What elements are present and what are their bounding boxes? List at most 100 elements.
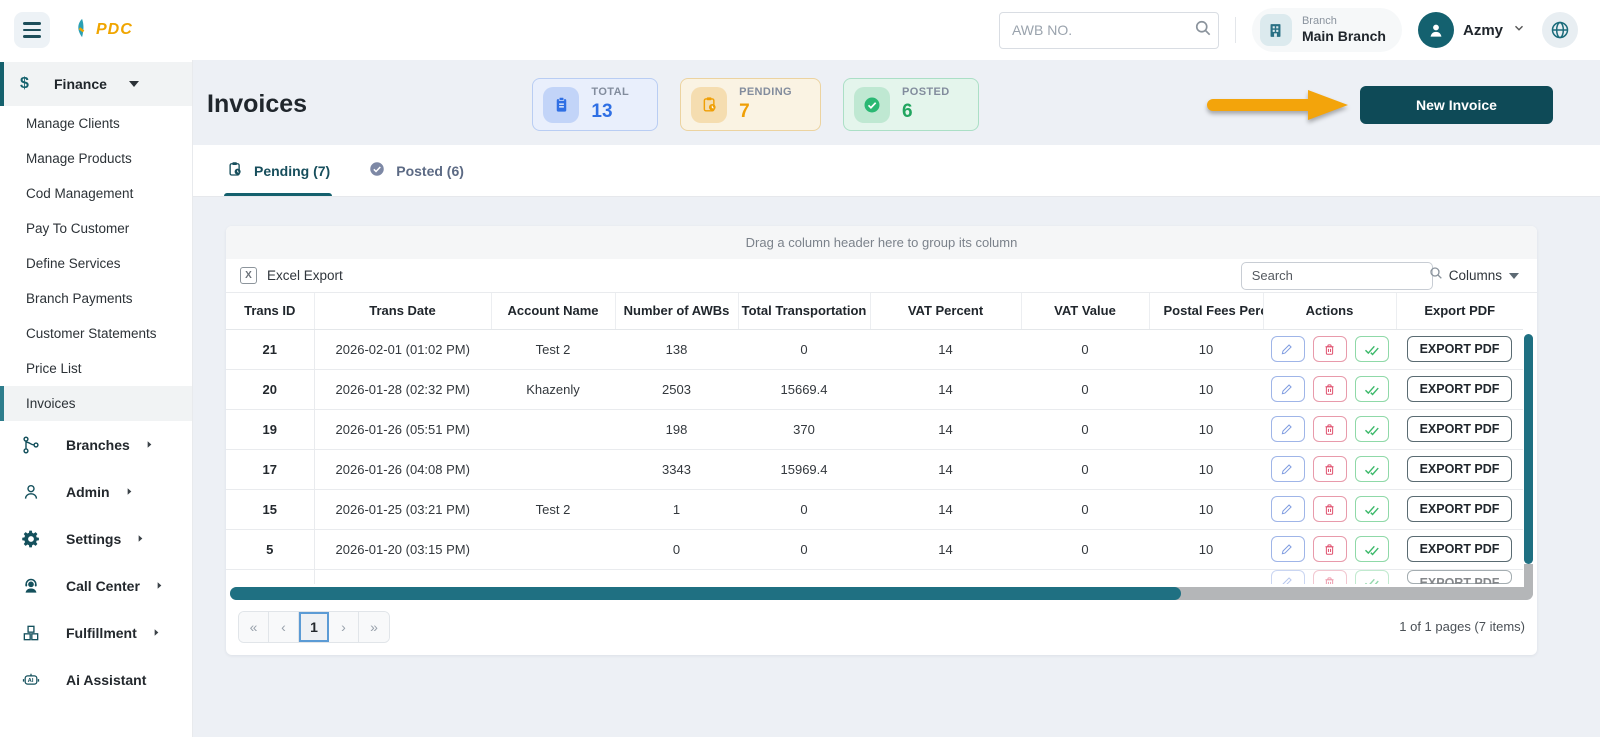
- column-header[interactable]: Trans ID: [226, 293, 315, 330]
- tab-pending[interactable]: Pending (7): [223, 160, 333, 196]
- edit-button[interactable]: [1270, 336, 1305, 362]
- table-row: 20 2026-01-28 (02:32 PM) Khazenly 2503 1…: [226, 369, 1523, 410]
- branches-icon: [20, 435, 42, 455]
- page-header: Invoices TOTAL 13 PENDING 7 POSTED 6 New…: [193, 60, 1600, 145]
- post-button[interactable]: [1354, 536, 1389, 562]
- awb-search-input[interactable]: [1011, 22, 1193, 38]
- sidebar-item-cod-management[interactable]: Cod Management: [0, 176, 192, 211]
- main-content: Invoices TOTAL 13 PENDING 7 POSTED 6 New…: [193, 60, 1600, 737]
- delete-button[interactable]: [1312, 376, 1347, 402]
- table-row: 15 2026-01-25 (03:21 PM) Test 2 1 0 14 0…: [226, 489, 1523, 530]
- globe-icon[interactable]: [1542, 12, 1578, 48]
- post-button[interactable]: [1354, 496, 1389, 522]
- new-invoice-button[interactable]: New Invoice: [1360, 85, 1553, 124]
- post-button[interactable]: [1354, 376, 1389, 402]
- export-pdf-button[interactable]: EXPORT PDF: [1406, 416, 1513, 442]
- export-pdf-button[interactable]: EXPORT PDF: [1406, 536, 1513, 562]
- section-label: Call Center: [66, 577, 140, 594]
- page-number-button[interactable]: 1: [299, 611, 329, 642]
- sidebar-item-define-services[interactable]: Define Services: [0, 246, 192, 281]
- user-menu[interactable]: Azmy: [1417, 12, 1526, 48]
- first-page-button[interactable]: «: [239, 611, 269, 642]
- sidebar-item-pay-to-customer[interactable]: Pay To Customer: [0, 211, 192, 246]
- delete-button[interactable]: [1312, 536, 1347, 562]
- edit-button[interactable]: [1270, 569, 1305, 584]
- table-wrap: Trans ID Trans Date Account Name Number of …: [226, 293, 1523, 584]
- table-row: EXPORT PDF: [226, 569, 1523, 584]
- column-header[interactable]: Actions: [1263, 293, 1397, 330]
- delete-button[interactable]: [1312, 569, 1347, 584]
- sidebar-item-invoices[interactable]: Invoices: [0, 386, 192, 421]
- stat-value: 6: [902, 100, 913, 122]
- annotation-arrow-icon: [1207, 89, 1348, 120]
- column-header[interactable]: Total Transportation: [738, 293, 871, 330]
- chevron-right-icon: [135, 533, 146, 544]
- export-pdf-button[interactable]: EXPORT PDF: [1406, 456, 1513, 482]
- header-right: New Invoice: [1204, 80, 1553, 130]
- post-button[interactable]: [1354, 336, 1389, 362]
- horizontal-scrollbar[interactable]: [230, 586, 1533, 600]
- sidebar-item-manage-clients[interactable]: Manage Clients: [0, 106, 192, 141]
- post-button[interactable]: [1354, 416, 1389, 442]
- sidebar-item-customer-statements[interactable]: Customer Statements: [0, 316, 192, 351]
- topbar-divider: [1234, 17, 1236, 43]
- column-header[interactable]: Postal Fees Percent: [1149, 293, 1264, 330]
- stat-value: 7: [739, 100, 750, 122]
- tab-posted[interactable]: Posted (6): [368, 160, 464, 196]
- menu-icon[interactable]: [14, 12, 50, 48]
- post-button[interactable]: [1354, 456, 1389, 482]
- table-header-row: Trans ID Trans Date Account Name Number of …: [226, 293, 1523, 330]
- stat-value: 13: [591, 100, 613, 122]
- export-pdf-button[interactable]: EXPORT PDF: [1406, 496, 1513, 522]
- chevron-right-icon: [124, 486, 135, 497]
- next-page-button[interactable]: ›: [329, 611, 359, 642]
- edit-button[interactable]: [1270, 456, 1305, 482]
- excel-export-button[interactable]: X Excel Export: [240, 267, 343, 284]
- edit-button[interactable]: [1270, 376, 1305, 402]
- branch-selector[interactable]: Branch Main Branch: [1251, 8, 1402, 52]
- column-header[interactable]: Export PDF: [1396, 293, 1523, 330]
- sidebar-item-admin[interactable]: Admin: [0, 468, 192, 515]
- section-label: Ai Assistant: [66, 671, 147, 688]
- delete-button[interactable]: [1312, 456, 1347, 482]
- edit-button[interactable]: [1270, 536, 1305, 562]
- sidebar-item-price-list[interactable]: Price List: [0, 351, 192, 386]
- chevron-right-icon: [151, 627, 162, 638]
- export-pdf-button[interactable]: EXPORT PDF: [1406, 336, 1513, 362]
- table-search-input[interactable]: [1251, 268, 1428, 283]
- sidebar-item-ai-assistant[interactable]: AI Ai Assistant: [0, 656, 192, 703]
- delete-button[interactable]: [1312, 336, 1347, 362]
- edit-button[interactable]: [1270, 416, 1305, 442]
- invoices-table-card: Drag a column header here to group its c…: [226, 226, 1537, 655]
- export-pdf-button[interactable]: EXPORT PDF: [1406, 376, 1513, 402]
- delete-button[interactable]: [1312, 416, 1347, 442]
- sidebar-item-branches[interactable]: Branches: [0, 421, 192, 468]
- column-header[interactable]: VAT Value: [1021, 293, 1150, 330]
- group-by-band[interactable]: Drag a column header here to group its c…: [226, 226, 1537, 259]
- chevron-right-icon: [154, 580, 165, 591]
- stat-card-pending: PENDING 7: [680, 78, 821, 131]
- column-header[interactable]: Trans Date: [314, 293, 492, 330]
- horizontal-scrollbar-thumb[interactable]: [230, 586, 1182, 600]
- columns-chooser-button[interactable]: Columns: [1449, 268, 1519, 283]
- vertical-scrollbar[interactable]: [1524, 334, 1533, 602]
- export-pdf-button[interactable]: EXPORT PDF: [1406, 569, 1513, 584]
- admin-icon: [20, 482, 42, 502]
- search-icon[interactable]: [1193, 18, 1213, 43]
- sidebar-item-finance[interactable]: $ Finance: [0, 62, 192, 106]
- column-header[interactable]: Number of AWBs: [615, 293, 739, 330]
- last-page-button[interactable]: »: [359, 611, 389, 642]
- search-icon[interactable]: [1428, 265, 1444, 286]
- post-button[interactable]: [1354, 569, 1389, 584]
- vertical-scrollbar-thumb[interactable]: [1524, 334, 1533, 564]
- sidebar-item-fulfillment[interactable]: Fulfillment: [0, 609, 192, 656]
- sidebar-item-branch-payments[interactable]: Branch Payments: [0, 281, 192, 316]
- sidebar-item-call-center[interactable]: Call Center: [0, 562, 192, 609]
- sidebar-item-settings[interactable]: Settings: [0, 515, 192, 562]
- column-header[interactable]: Account Name: [491, 293, 616, 330]
- column-header[interactable]: VAT Percent: [870, 293, 1022, 330]
- delete-button[interactable]: [1312, 496, 1347, 522]
- prev-page-button[interactable]: ‹: [269, 611, 299, 642]
- sidebar-item-manage-products[interactable]: Manage Products: [0, 141, 192, 176]
- edit-button[interactable]: [1270, 496, 1305, 522]
